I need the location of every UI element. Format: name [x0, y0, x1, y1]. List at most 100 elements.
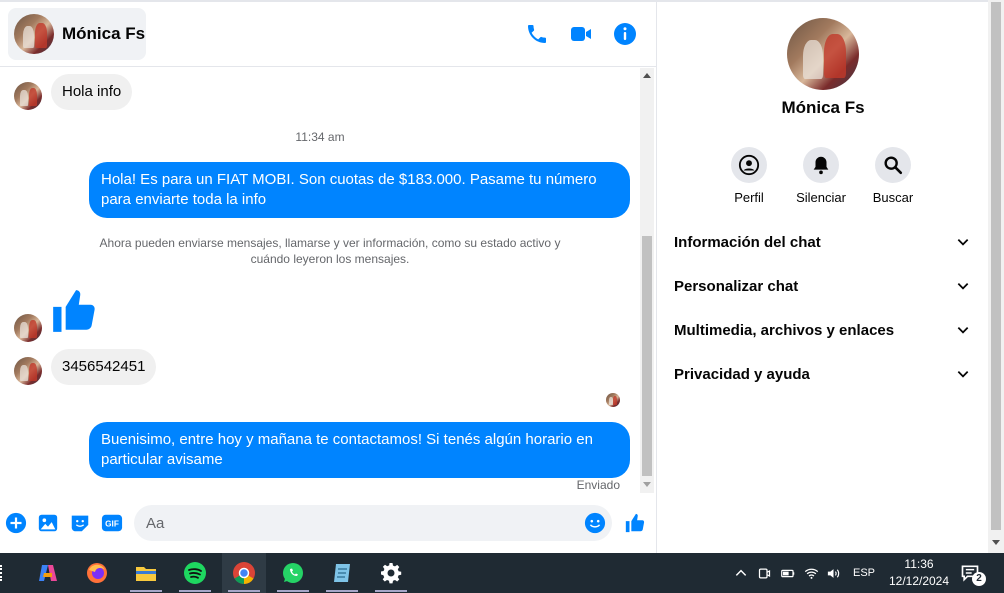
file-explorer-app[interactable]: [124, 553, 168, 593]
gif-icon[interactable]: GIF: [101, 512, 123, 534]
search-icon: [884, 156, 903, 175]
chat-header: Mónica Fs: [0, 2, 656, 67]
copilot-app[interactable]: [26, 553, 70, 593]
profile-circle: [731, 147, 767, 183]
section-privacy-help[interactable]: Privacidad y ayuda: [664, 354, 980, 394]
chrome-icon: [233, 562, 255, 584]
incoming-message[interactable]: 3456542451: [51, 349, 157, 385]
page-scroll-thumb[interactable]: [991, 2, 1001, 530]
firefox-app[interactable]: [75, 553, 119, 593]
emoji-icon[interactable]: [584, 512, 606, 534]
delivery-status: Enviado: [576, 478, 620, 492]
clock-time: 11:36: [904, 557, 934, 571]
contact-header-button[interactable]: Mónica Fs: [8, 8, 146, 60]
meet-now-icon[interactable]: [757, 566, 772, 581]
scroll-down-arrow-icon[interactable]: [992, 540, 1000, 545]
app-running-indicator: [326, 590, 358, 592]
seen-avatar: [606, 393, 620, 407]
section-media-files-links[interactable]: Multimedia, archivos y enlaces: [664, 310, 980, 350]
section-label: Personalizar chat: [674, 277, 799, 295]
search-button[interactable]: Buscar: [858, 147, 928, 205]
chevron-down-icon: [957, 371, 969, 378]
mute-button[interactable]: Silenciar: [786, 147, 856, 205]
thumbs-up-icon[interactable]: [624, 512, 646, 534]
message-timestamp: 11:34 am: [295, 130, 345, 144]
notification-count-badge: 2: [972, 572, 986, 586]
firefox-icon: [87, 563, 107, 583]
gif-label: GIF: [105, 520, 119, 529]
section-chat-info[interactable]: Información del chat: [664, 222, 980, 262]
app-running-indicator: [228, 590, 260, 592]
chevron-up-icon[interactable]: [734, 566, 748, 580]
message-input[interactable]: [134, 505, 612, 541]
scroll-thumb[interactable]: [642, 236, 652, 476]
composer-bar: GIF: [0, 502, 656, 546]
chevron-down-icon: [957, 239, 969, 246]
profile-avatar[interactable]: [787, 18, 859, 90]
app-running-indicator: [375, 590, 407, 592]
contact-avatar-small: [14, 82, 42, 110]
whatsapp-app[interactable]: [271, 553, 315, 593]
language-indicator[interactable]: ESP: [853, 567, 875, 579]
file-explorer-icon: [136, 567, 156, 581]
wifi-icon[interactable]: [804, 566, 819, 581]
contact-avatar-small: [14, 314, 42, 342]
taskbar-edge: [0, 565, 6, 581]
section-label: Información del chat: [674, 233, 821, 251]
search-circle: [875, 147, 911, 183]
search-label: Buscar: [872, 190, 914, 205]
bell-icon: [813, 156, 829, 175]
copilot-icon: [39, 565, 57, 581]
conversation-info-pane: Mónica Fs Perfil Silenciar Buscar Inform…: [658, 2, 988, 553]
profile-icon: [738, 154, 760, 176]
incoming-message[interactable]: Hola info: [51, 74, 133, 110]
notification-center-button[interactable]: 2: [960, 563, 986, 586]
thumbs-up-icon[interactable]: [49, 286, 99, 336]
page-scrollbar[interactable]: [988, 0, 1004, 553]
scroll-up-arrow-icon[interactable]: [643, 73, 651, 78]
settings-app[interactable]: [369, 553, 413, 593]
battery-icon[interactable]: [780, 566, 796, 581]
video-camera-icon[interactable]: [569, 22, 593, 46]
phone-icon[interactable]: [525, 22, 549, 46]
contact-avatar-small: [14, 357, 42, 385]
taskbar-clock[interactable]: 11:36 12/12/2024: [884, 556, 954, 590]
chrome-app[interactable]: [222, 553, 266, 593]
profile-name: Mónica Fs: [781, 98, 865, 117]
messenger-window: Mónica Fs Hola info 11:34 am Hola! Es pa…: [0, 0, 1004, 553]
windows-taskbar: ESP 11:36 12/12/2024 2: [0, 553, 1004, 593]
outgoing-message[interactable]: Hola! Es para un FIAT MOBI. Son cuotas d…: [89, 162, 630, 218]
contact-avatar: [14, 14, 54, 54]
app-running-indicator: [277, 590, 309, 592]
info-icon[interactable]: [613, 22, 637, 46]
plus-icon[interactable]: [5, 512, 27, 534]
notepad-icon: [334, 564, 350, 582]
message-list: Hola info 11:34 am Hola! Es para un FIAT…: [0, 68, 640, 493]
spotify-app[interactable]: [173, 553, 217, 593]
contact-name: Mónica Fs: [62, 24, 146, 43]
message-scrollbar[interactable]: [640, 68, 654, 493]
profile-button[interactable]: Perfil: [714, 147, 784, 205]
system-note: Ahora pueden enviarse mensajes, llamarse…: [99, 236, 561, 266]
chat-pane: Mónica Fs Hola info 11:34 am Hola! Es pa…: [0, 2, 657, 553]
profile-label: Perfil: [734, 190, 764, 205]
mute-label: Silenciar: [796, 190, 846, 205]
scroll-down-arrow-icon[interactable]: [643, 482, 651, 487]
section-label: Multimedia, archivos y enlaces: [674, 321, 895, 339]
volume-icon[interactable]: [826, 566, 841, 581]
spotify-icon: [184, 562, 206, 584]
app-running-indicator: [179, 590, 211, 592]
chevron-down-icon: [957, 327, 969, 334]
notepad-app[interactable]: [320, 553, 364, 593]
settings-icon: [381, 563, 402, 584]
outgoing-message[interactable]: Buenisimo, entre hoy y mañana te contact…: [89, 422, 630, 478]
section-customize-chat[interactable]: Personalizar chat: [664, 266, 980, 306]
system-tray: ESP: [734, 553, 875, 593]
whatsapp-icon: [283, 563, 303, 583]
sticker-icon[interactable]: [69, 512, 91, 534]
image-icon[interactable]: [37, 512, 59, 534]
app-running-indicator: [130, 590, 162, 592]
section-label: Privacidad y ayuda: [674, 365, 810, 383]
mute-circle: [803, 147, 839, 183]
chevron-down-icon: [957, 283, 969, 290]
